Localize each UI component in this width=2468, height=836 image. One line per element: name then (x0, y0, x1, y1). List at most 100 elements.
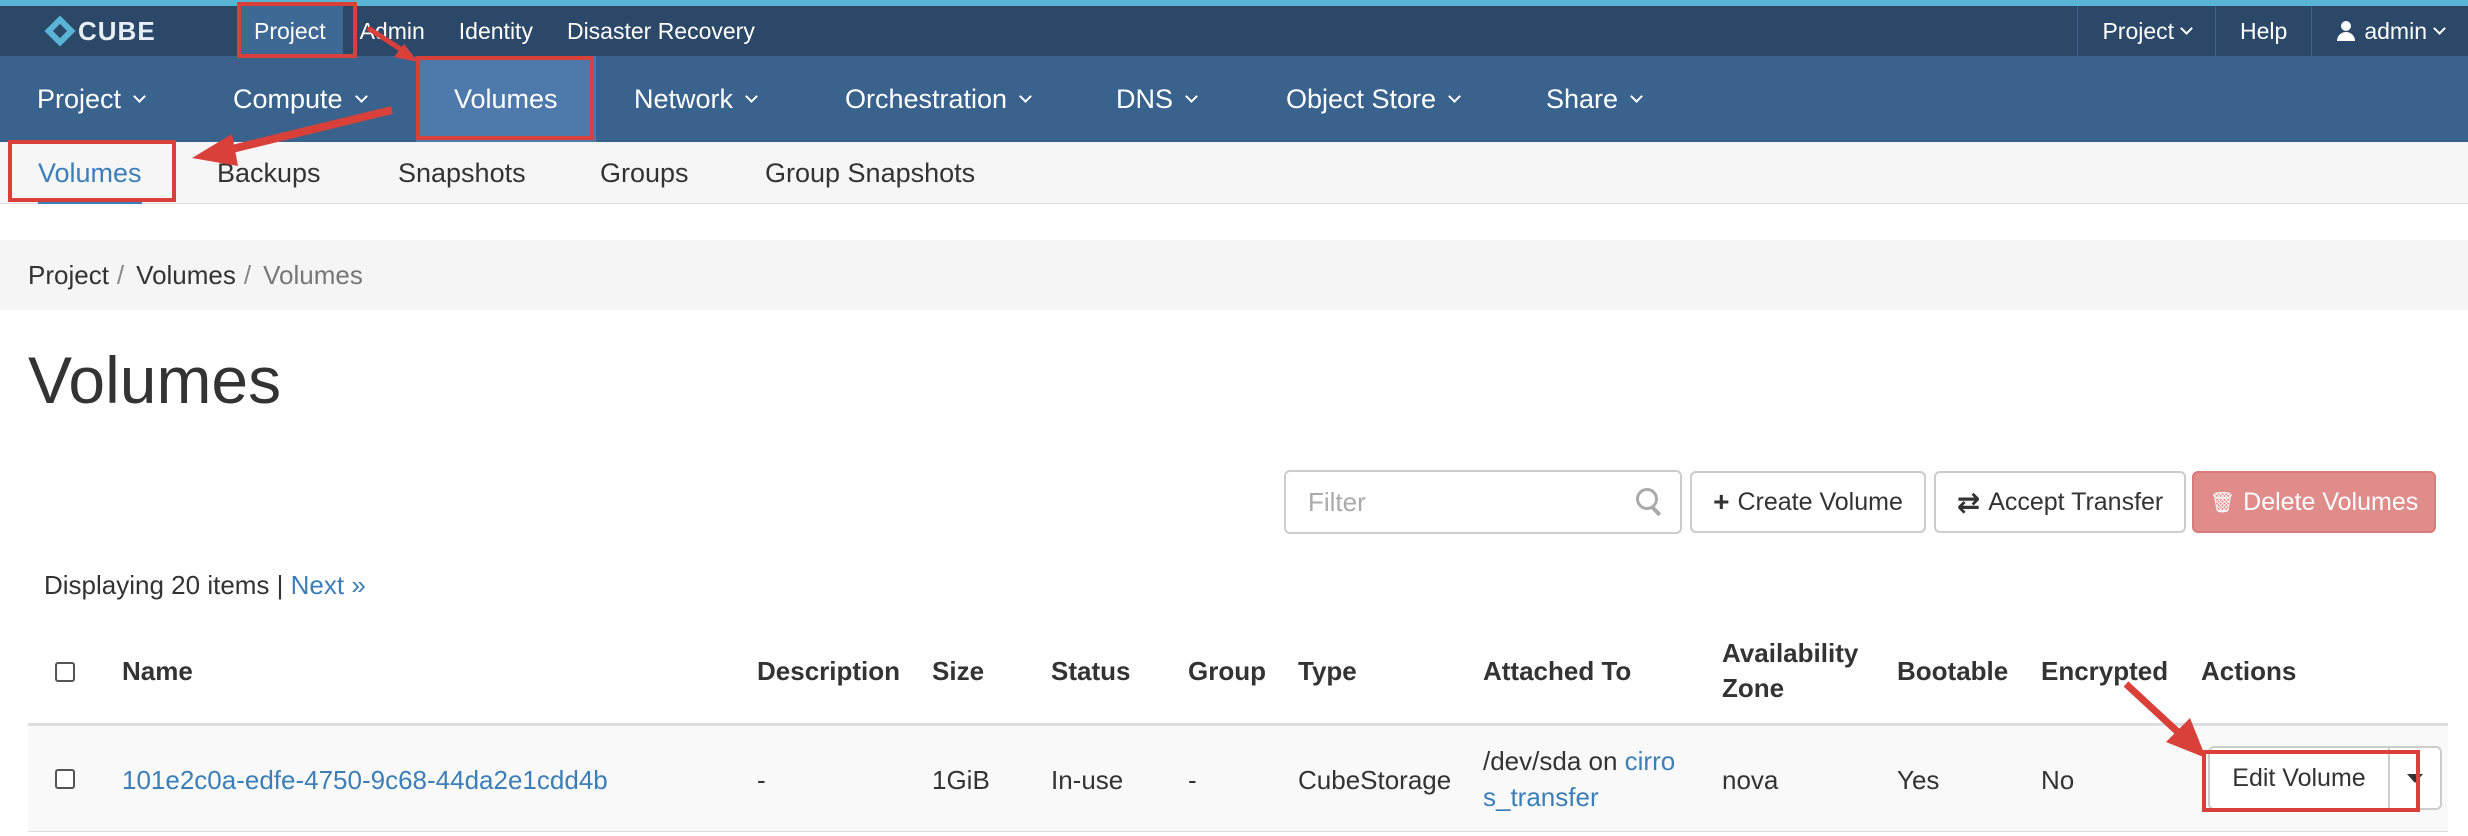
accept-transfer-label: Accept Transfer (1988, 487, 2164, 516)
main-nav-network[interactable]: Network (634, 56, 758, 142)
volume-attached-to: /dev/sda on cirros_transfer (1483, 743, 1683, 815)
search-icon[interactable] (1636, 488, 1662, 514)
brand-name: CUBE (78, 15, 156, 46)
page-title: Volumes (28, 343, 282, 417)
item-count: Displaying 20 items | Next » (44, 570, 366, 601)
main-nav-label: Volumes (454, 83, 558, 114)
project-switcher-label: Project (2102, 17, 2175, 44)
create-volume-label: Create Volume (1737, 487, 1903, 516)
top-nav-admin[interactable]: Admin (343, 6, 442, 56)
main-nav-label: Compute (233, 83, 343, 114)
main-nav-share[interactable]: Share (1546, 56, 1643, 142)
sub-nav: Volumes Backups Snapshots Groups Group S… (0, 142, 2468, 204)
volume-group: - (1188, 765, 1197, 795)
user-menu[interactable]: admin (2311, 6, 2468, 56)
main-nav-label: Network (634, 83, 734, 114)
top-nav-project[interactable]: Project (237, 6, 343, 56)
column-type[interactable]: Type (1298, 654, 1357, 689)
tab-volumes[interactable]: Volumes (38, 142, 142, 204)
column-attached-to[interactable]: Attached To (1483, 654, 1631, 689)
column-description[interactable]: Description (757, 654, 900, 689)
chevron-down-icon (745, 89, 758, 103)
table-row: 101e2c0a-edfe-4750-9c68-44da2e1cdd4b - 1… (28, 727, 2448, 832)
volume-availability-zone: nova (1722, 765, 1779, 795)
trash-icon: 🗑 (2209, 491, 2236, 514)
breadcrumb-current: Volumes (263, 259, 363, 290)
volume-encrypted: No (2041, 765, 2075, 795)
table-header: Name Description Size Status Group Type … (28, 630, 2448, 726)
next-page-link[interactable]: Next » (291, 570, 366, 600)
accept-transfer-button[interactable]: ⇄ Accept Transfer (1934, 471, 2186, 533)
tab-groups[interactable]: Groups (600, 142, 689, 204)
main-nav-dns[interactable]: DNS (1116, 56, 1198, 142)
top-nav-disaster-recovery[interactable]: Disaster Recovery (550, 6, 772, 56)
volume-name-link[interactable]: 101e2c0a-edfe-4750-9c68-44da2e1cdd4b (122, 765, 608, 795)
chevron-down-icon (2433, 21, 2446, 35)
select-all-checkbox[interactable] (55, 662, 75, 682)
chevron-down-icon (1448, 89, 1461, 103)
tab-group-snapshots[interactable]: Group Snapshots (765, 142, 975, 204)
top-nav: Project Admin Identity Disaster Recovery (237, 6, 772, 56)
main-nav-label: DNS (1116, 83, 1174, 114)
top-right-menu: Project Help admin (2077, 6, 2468, 56)
column-status[interactable]: Status (1051, 654, 1130, 689)
breadcrumb-project[interactable]: Project (28, 260, 109, 291)
column-size[interactable]: Size (932, 654, 984, 689)
user-icon (2336, 21, 2356, 41)
row-select-checkbox[interactable] (55, 769, 75, 789)
user-name: admin (2364, 17, 2427, 44)
tab-snapshots[interactable]: Snapshots (398, 142, 526, 204)
main-nav-label: Orchestration (845, 83, 1008, 114)
top-nav-identity[interactable]: Identity (442, 6, 550, 56)
volume-size: 1GiB (932, 765, 990, 795)
chevron-down-icon (1019, 89, 1032, 103)
cube-logo-icon (44, 15, 76, 47)
column-actions: Actions (2201, 656, 2297, 686)
caret-down-icon (2407, 773, 2423, 783)
breadcrumb-volumes[interactable]: Volumes (136, 260, 236, 291)
breadcrumb-separator: / (116, 259, 125, 290)
create-volume-button[interactable]: + Create Volume (1690, 471, 1926, 533)
attached-device: /dev/sda on (1483, 746, 1625, 776)
main-nav-object-store[interactable]: Object Store (1286, 56, 1461, 142)
main-nav-volumes[interactable]: Volumes (416, 56, 596, 142)
tab-backups[interactable]: Backups (217, 142, 321, 204)
column-availability-zone[interactable]: Availability Zone (1722, 636, 1872, 706)
column-group[interactable]: Group (1188, 654, 1266, 689)
exchange-icon: ⇄ (1956, 486, 1981, 518)
volume-bootable: Yes (1897, 765, 1940, 795)
volume-description: - (757, 765, 766, 795)
volume-type: CubeStorage (1298, 765, 1452, 795)
chevron-down-icon (2180, 21, 2193, 35)
edit-volume-button[interactable]: Edit Volume (2210, 748, 2390, 808)
top-bar: CUBE Project Admin Identity Disaster Rec… (0, 6, 2468, 56)
volume-status: In-use (1051, 765, 1124, 795)
delete-volumes-label: Delete Volumes (2243, 487, 2419, 516)
volume-name-cell: 101e2c0a-edfe-4750-9c68-44da2e1cdd4b (122, 762, 608, 798)
project-switcher[interactable]: Project (2077, 6, 2215, 56)
plus-icon: + (1713, 486, 1730, 517)
main-nav-project[interactable]: Project (37, 56, 146, 142)
chevron-down-icon (1185, 89, 1198, 103)
column-encrypted[interactable]: Encrypted (2041, 654, 2168, 689)
main-nav-compute[interactable]: Compute (233, 56, 368, 142)
chevron-down-icon (133, 89, 146, 103)
actions-dropdown-toggle[interactable] (2390, 748, 2440, 808)
item-count-text: Displaying 20 items | (44, 570, 284, 600)
column-name[interactable]: Name (122, 654, 193, 689)
main-nav: Project Compute Volumes Network Orchestr… (0, 56, 2468, 142)
help-link[interactable]: Help (2215, 6, 2311, 56)
chevron-down-icon (1630, 89, 1643, 103)
brand-logo[interactable]: CUBE (44, 14, 156, 48)
main-nav-label: Share (1546, 83, 1619, 114)
main-nav-orchestration[interactable]: Orchestration (845, 56, 1032, 142)
main-nav-label: Object Store (1286, 83, 1437, 114)
row-actions: Edit Volume (2208, 746, 2442, 810)
main-nav-label: Project (37, 83, 122, 114)
chevron-down-icon (354, 89, 368, 103)
breadcrumb-separator: / (243, 259, 252, 290)
delete-volumes-button[interactable]: 🗑 Delete Volumes (2192, 471, 2436, 533)
column-bootable[interactable]: Bootable (1897, 654, 2008, 689)
filter-input[interactable] (1284, 470, 1682, 534)
breadcrumb: Project / Volumes / Volumes (0, 240, 2468, 310)
